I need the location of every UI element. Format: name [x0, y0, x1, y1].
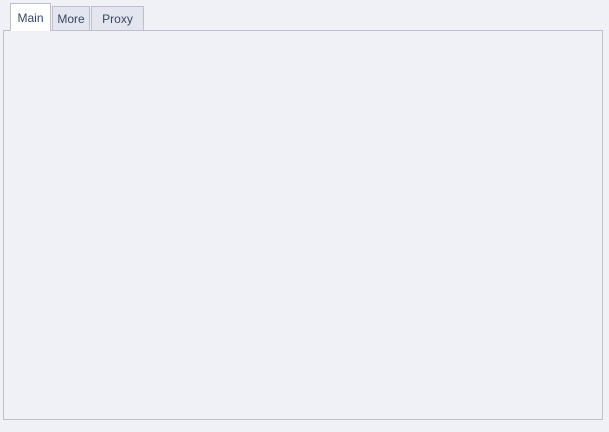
tab-proxy-label: Proxy	[102, 12, 133, 26]
tab-proxy[interactable]: Proxy	[91, 6, 144, 31]
main-tab-panel	[3, 30, 603, 420]
tab-main[interactable]: Main	[10, 3, 51, 31]
http-request-settings-window: { "tabs": [ {"label": "Main", "active": …	[0, 0, 609, 432]
tab-more[interactable]: More	[52, 6, 90, 31]
tab-main-label: Main	[17, 11, 43, 25]
tab-more-label: More	[57, 12, 84, 26]
